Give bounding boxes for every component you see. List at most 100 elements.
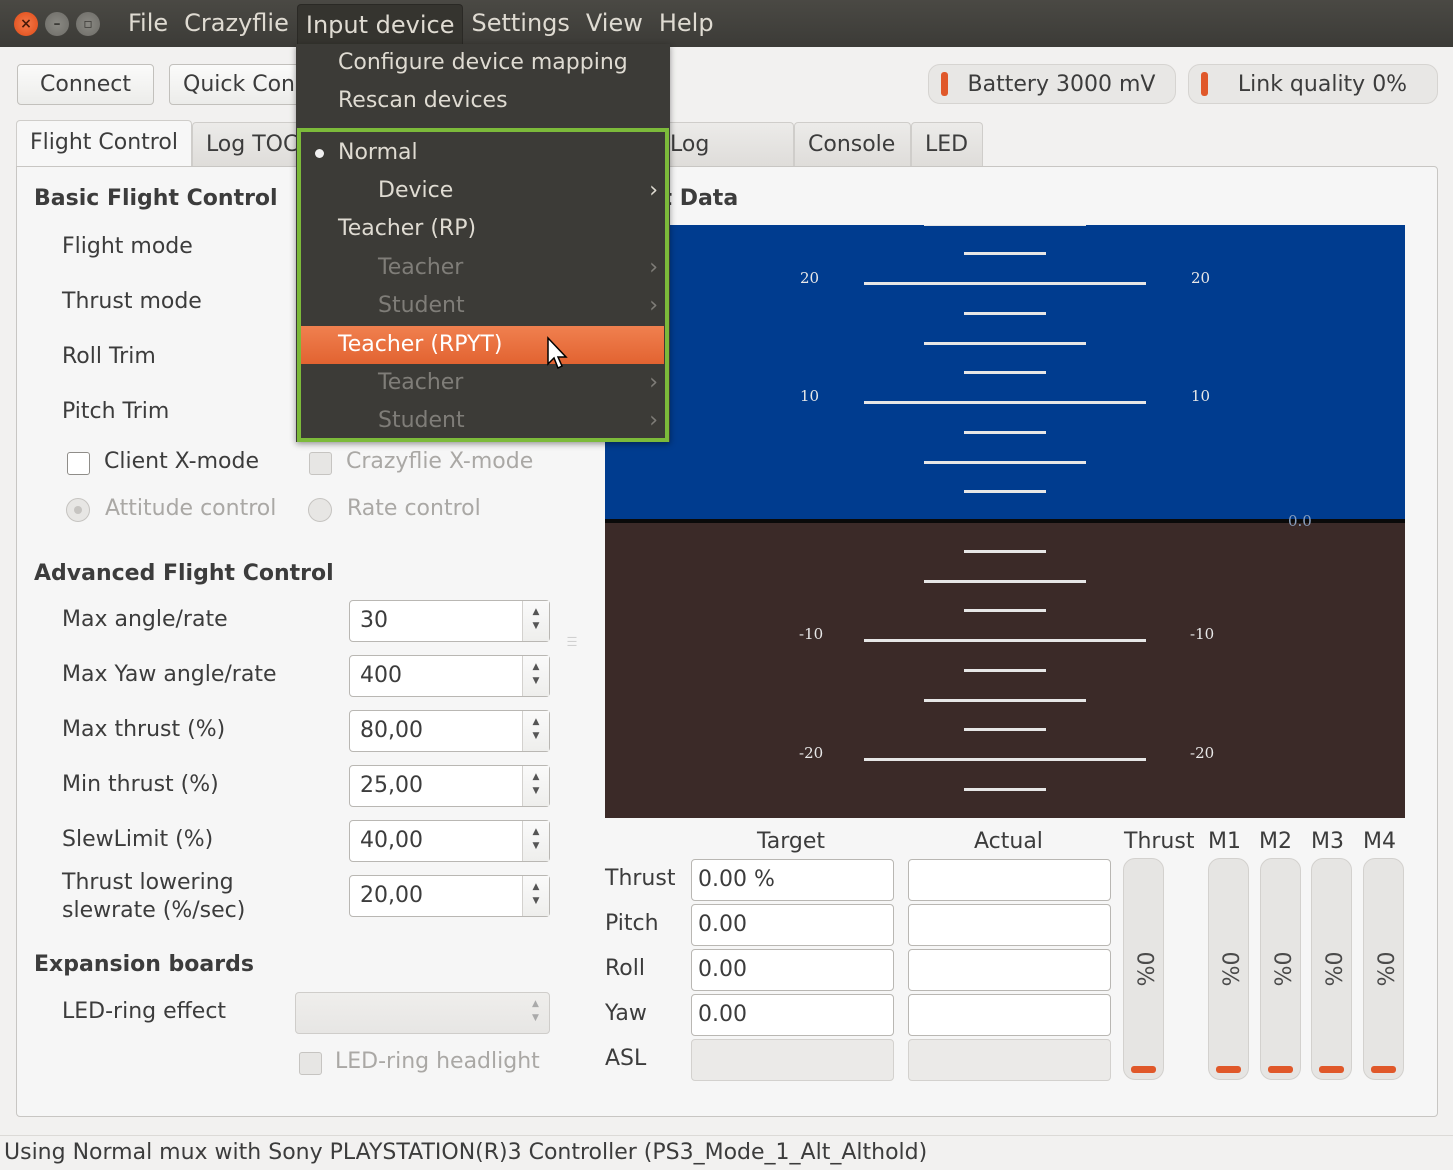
rate-control-radio[interactable] — [308, 498, 332, 522]
pitch-ladder-mark — [924, 225, 1086, 226]
menu-settings[interactable]: Settings — [463, 0, 577, 47]
rate-control-label: Rate control — [347, 496, 481, 521]
flight-mode-label: Flight mode — [62, 234, 193, 259]
menu-item-rescan-devices[interactable]: Rescan devices — [296, 82, 670, 120]
actual-header: Actual — [974, 829, 1043, 854]
menu-item-configure-device-mapping[interactable]: Configure device mapping — [296, 44, 670, 82]
pitch-ladder-mark — [964, 371, 1046, 375]
pitch-ladder-mark — [964, 311, 1046, 315]
spin-arrows-icon[interactable]: ▲ ▼ — [522, 656, 549, 696]
roll-row-label: Roll — [605, 956, 645, 981]
pitch-ladder-mark — [964, 252, 1046, 256]
menu-view[interactable]: View — [578, 0, 651, 47]
target-header: Target — [757, 829, 826, 854]
pitch-ladder-mark — [864, 401, 1146, 404]
pitch-ladder-mark — [924, 579, 1086, 583]
connect-button[interactable]: Connect — [17, 64, 154, 105]
max-angle-label: Max angle/rate — [62, 607, 228, 632]
splitter-handle[interactable]: — — — — [567, 633, 577, 651]
combo-arrows-icon[interactable]: ▲ ▼ — [522, 993, 549, 1033]
pitch-ladder-mark — [864, 282, 1146, 285]
yaw-target-field[interactable]: 0.00 — [691, 994, 894, 1036]
pitch-ladder-mark — [964, 728, 1046, 732]
pitch-label-right: 20 — [1191, 269, 1211, 287]
menu-item-rpyt-student: Student › — [296, 402, 670, 440]
menu-item-normal-device[interactable]: Device › — [296, 172, 670, 210]
thrust-progress-text: 0% — [1132, 951, 1157, 987]
expansion-boards-heading: Expansion boards — [34, 952, 254, 977]
m1-progress-text: 0% — [1217, 951, 1242, 987]
menu-bar: File Crazyflie Input device Settings Vie… — [120, 0, 722, 47]
pitch-label-right: -10 — [1190, 625, 1215, 643]
slew-limit-spinbox[interactable]: 40,00 ▲ ▼ — [349, 820, 550, 862]
crazyflie-xmode-label: Crazyflie X-mode — [346, 449, 534, 474]
spin-arrows-icon[interactable]: ▲ ▼ — [522, 821, 549, 861]
tab-console[interactable]: Console — [794, 122, 911, 168]
max-thrust-spinbox[interactable]: 80,00 ▲ ▼ — [349, 710, 550, 752]
asl-target-field — [691, 1039, 894, 1081]
max-angle-spinbox[interactable]: 30 ▲ ▼ — [349, 600, 550, 642]
spin-arrows-icon[interactable]: ▲ ▼ — [522, 711, 549, 751]
thrust-mode-label: Thrust mode — [62, 289, 202, 314]
m3-progress-text: 0% — [1320, 951, 1345, 987]
tab-led[interactable]: LED — [911, 122, 983, 168]
m4-progress-text: 0% — [1372, 951, 1397, 987]
chevron-right-icon: › — [649, 178, 658, 203]
max-yaw-spinbox[interactable]: 400 ▲ ▼ — [349, 655, 550, 697]
crazyflie-xmode-checkbox[interactable] — [309, 452, 332, 475]
m3-progress-fill — [1319, 1066, 1344, 1073]
pitch-label-left: 20 — [800, 269, 820, 287]
attitude-control-radio[interactable] — [66, 498, 90, 522]
pitch-ladder-mark — [964, 549, 1046, 553]
yaw-actual-field[interactable] — [908, 994, 1111, 1036]
thrust-lowering-label: Thrust lowering slewrate (%/sec) — [62, 869, 245, 925]
title-bar: × – ▫ File Crazyflie Input device Settin… — [0, 0, 1453, 47]
min-thrust-value[interactable]: 25,00 — [350, 766, 522, 806]
pitch-label-left: 10 — [800, 387, 820, 405]
horizon-value: 0.0 — [1288, 512, 1312, 530]
menu-crazyflie[interactable]: Crazyflie — [176, 0, 297, 47]
max-thrust-value[interactable]: 80,00 — [350, 711, 522, 751]
led-ring-headlight-checkbox[interactable] — [299, 1052, 322, 1075]
pitch-target-field[interactable]: 0.00 — [691, 904, 894, 946]
menu-item-teacher-rpyt[interactable]: Teacher (RPYT) — [298, 326, 664, 364]
thrust-lowering-spinbox[interactable]: 20,00 ▲ ▼ — [349, 875, 550, 917]
menu-file[interactable]: File — [120, 0, 176, 47]
led-ring-effect-combo[interactable]: ▲ ▼ — [295, 992, 550, 1034]
thrust-progress-bar: 0% — [1123, 858, 1164, 1080]
tab-log-toc[interactable]: Log TOC — [191, 122, 313, 168]
slew-limit-value[interactable]: 40,00 — [350, 821, 522, 861]
tab-flight-control[interactable]: Flight Control — [16, 120, 192, 168]
max-yaw-value[interactable]: 400 — [350, 656, 522, 696]
menu-item-normal[interactable]: Normal — [296, 134, 670, 172]
minimize-icon[interactable]: – — [45, 12, 69, 36]
spin-arrows-icon[interactable]: ▲ ▼ — [522, 876, 549, 916]
thrust-lowering-value[interactable]: 20,00 — [350, 876, 522, 916]
led-ring-headlight-label: LED-ring headlight — [335, 1049, 540, 1074]
menu-item-rp-teacher: Teacher › — [296, 249, 670, 287]
tab-log-blocks[interactable]: Log Blocks — [656, 122, 794, 201]
roll-actual-field[interactable] — [908, 949, 1111, 991]
max-angle-value[interactable]: 30 — [350, 601, 522, 641]
menu-item-teacher-rp[interactable]: Teacher (RP) — [296, 210, 670, 248]
min-thrust-spinbox[interactable]: 25,00 ▲ ▼ — [349, 765, 550, 807]
battery-status-icon — [941, 72, 948, 96]
attitude-control-label: Attitude control — [105, 496, 277, 521]
spin-arrows-icon[interactable]: ▲ ▼ — [522, 766, 549, 806]
roll-target-field[interactable]: 0.00 — [691, 949, 894, 991]
client-xmode-checkbox[interactable] — [67, 452, 90, 475]
thrust-actual-field[interactable] — [908, 859, 1111, 901]
pitch-label-right: 10 — [1191, 387, 1211, 405]
close-icon[interactable]: × — [14, 12, 38, 36]
maximize-icon[interactable]: ▫ — [76, 12, 100, 36]
spin-arrows-icon[interactable]: ▲ ▼ — [522, 601, 549, 641]
m2-bar-label: M2 — [1259, 829, 1292, 854]
menu-input-device[interactable]: Input device — [296, 4, 464, 47]
thrust-lowering-label-line1: Thrust lowering — [62, 870, 234, 895]
thrust-target-field[interactable]: 0.00 % — [691, 859, 894, 901]
m1-bar-label: M1 — [1208, 829, 1241, 854]
max-thrust-label: Max thrust (%) — [62, 717, 226, 742]
pitch-actual-field[interactable] — [908, 904, 1111, 946]
menu-help[interactable]: Help — [651, 0, 722, 47]
battery-label: Battery 3000 mV — [967, 71, 1156, 97]
